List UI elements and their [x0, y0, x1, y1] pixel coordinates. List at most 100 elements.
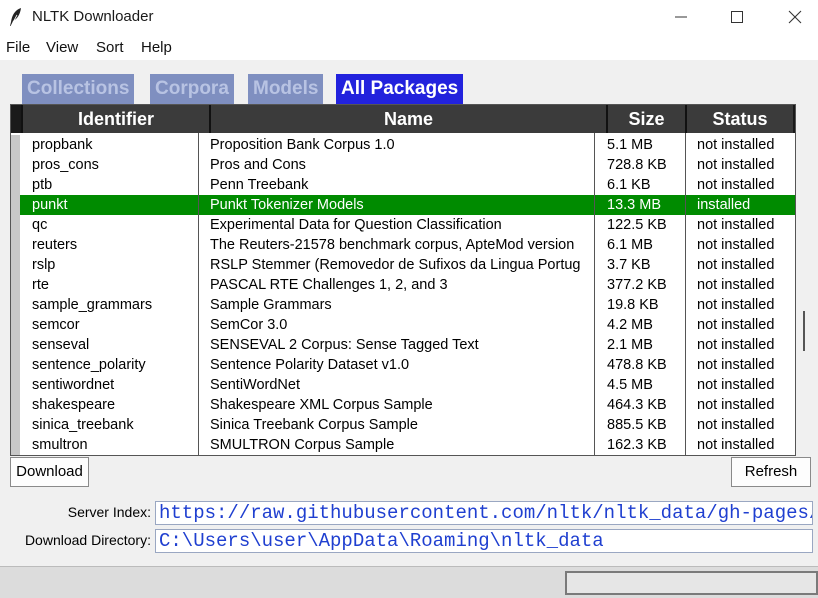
cell-status: not installed — [697, 257, 775, 273]
row-marker — [11, 415, 20, 435]
table-row[interactable]: sentence_polarity Sentence Polarity Datas… — [11, 355, 795, 375]
cell-id: ptb — [32, 177, 53, 193]
cell-id: punkt — [32, 197, 68, 213]
cell-status: not installed — [697, 157, 775, 173]
table-row[interactable]: senseval SENSEVAL 2 Corpus: Sense Tagged … — [11, 335, 795, 355]
feather-icon — [8, 7, 24, 27]
download-directory-label: Download Directory: — [24, 532, 151, 548]
menu-bar: File View Sort Help — [0, 34, 818, 60]
table-row[interactable]: shakespeare Shakespeare XML Corpus Sample… — [11, 395, 795, 415]
column-header-name[interactable]: Name — [209, 105, 606, 133]
row-marker — [11, 435, 20, 455]
table-row[interactable]: qc Experimental Data for Question Classif… — [11, 215, 795, 235]
cell-name: SENSEVAL 2 Corpus: Sense Tagged Text — [210, 337, 479, 353]
cell-size: 122.5 KB — [607, 217, 667, 233]
download-button[interactable]: Download — [10, 457, 89, 487]
package-table[interactable]: Identifier Name Size Status propbank Prop… — [10, 104, 796, 456]
cell-id: sentiwordnet — [32, 377, 115, 393]
cell-name: PASCAL RTE Challenges 1, 2, and 3 — [210, 277, 448, 293]
title-bar: NLTK Downloader — [0, 0, 818, 34]
window-title: NLTK Downloader — [32, 8, 154, 25]
row-marker — [11, 195, 20, 215]
row-marker — [11, 355, 20, 375]
cell-name: Pros and Cons — [210, 157, 306, 173]
tab-collections[interactable]: Collections — [22, 74, 135, 104]
cell-name: Proposition Bank Corpus 1.0 — [210, 137, 395, 153]
column-header-status[interactable]: Status — [685, 105, 793, 133]
cell-status: installed — [697, 197, 751, 213]
column-divider — [685, 133, 686, 455]
cell-size: 6.1 KB — [607, 177, 651, 193]
cell-id: sentence_polarity — [32, 357, 146, 373]
cell-size: 13.3 MB — [607, 197, 661, 213]
cell-status: not installed — [697, 277, 775, 293]
table-row[interactable]: ptb Penn Treebank 6.1 KB not installed — [11, 175, 795, 195]
row-marker — [11, 255, 20, 275]
column-header-identifier[interactable]: Identifier — [21, 105, 209, 133]
cell-status: not installed — [697, 417, 775, 433]
cell-status: not installed — [697, 297, 775, 313]
menu-view[interactable]: View — [46, 39, 78, 56]
row-marker — [11, 155, 20, 175]
column-header-size[interactable]: Size — [606, 105, 685, 133]
cell-name: Sentence Polarity Dataset v1.0 — [210, 357, 410, 373]
table-row[interactable]: rslp RSLP Stemmer (Removedor de Sufixos d… — [11, 255, 795, 275]
table-scrollbar[interactable] — [797, 104, 811, 456]
cell-name: SemCor 3.0 — [210, 317, 288, 333]
cell-size: 464.3 KB — [607, 397, 667, 413]
cell-name: The Reuters-21578 benchmark corpus, Apte… — [210, 237, 575, 253]
cell-name: RSLP Stemmer (Removedor de Sufixos da Li… — [210, 257, 581, 273]
cell-status: not installed — [697, 237, 775, 253]
server-index-field[interactable]: https://raw.githubusercontent.com/nltk/n… — [155, 501, 813, 525]
table-row[interactable]: pros_cons Pros and Cons 728.8 KB not instal… — [11, 155, 795, 175]
tab-models[interactable]: Models — [248, 74, 324, 104]
cell-size: 377.2 KB — [607, 277, 667, 293]
cell-size: 19.8 KB — [607, 297, 659, 313]
cell-name: Experimental Data for Question Classific… — [210, 217, 502, 233]
minimize-button[interactable] — [652, 0, 710, 34]
table-row[interactable]: reuters The Reuters-21578 benchmark corpu… — [11, 235, 795, 255]
minimize-icon — [675, 16, 687, 18]
scrollbar-thumb[interactable] — [803, 311, 805, 351]
cell-name: Sample Grammars — [210, 297, 332, 313]
cell-status: not installed — [697, 177, 775, 193]
table-row[interactable]: propbank Proposition Bank Corpus 1.0 5.1 M… — [11, 135, 795, 155]
cell-size: 5.1 MB — [607, 137, 653, 153]
cell-size: 6.1 MB — [607, 237, 653, 253]
tab-corpora[interactable]: Corpora — [150, 74, 234, 104]
table-row[interactable]: semcor SemCor 3.0 4.2 MB not installed — [11, 315, 795, 335]
table-row[interactable]: rte PASCAL RTE Challenges 1, 2, and 3 377.… — [11, 275, 795, 295]
cell-size: 2.1 MB — [607, 337, 653, 353]
cell-size: 728.8 KB — [607, 157, 667, 173]
download-directory-field[interactable]: C:\Users\user\AppData\Roaming\nltk_data — [155, 529, 813, 553]
cell-name: SMULTRON Corpus Sample — [210, 437, 395, 453]
cell-size: 3.7 KB — [607, 257, 651, 273]
menu-help[interactable]: Help — [141, 39, 172, 56]
table-row[interactable]: smultron SMULTRON Corpus Sample 162.3 KB no… — [11, 435, 795, 455]
table-row[interactable]: sample_grammars Sample Grammars 19.8 KB not… — [11, 295, 795, 315]
row-marker — [11, 295, 20, 315]
cell-id: shakespeare — [32, 397, 116, 413]
cell-id: reuters — [32, 237, 78, 253]
cell-size: 885.5 KB — [607, 417, 667, 433]
table-row[interactable]: punkt Punkt Tokenizer Models 13.3 MB instal… — [11, 195, 795, 215]
tab-all-packages[interactable]: All Packages — [336, 74, 464, 104]
menu-sort[interactable]: Sort — [96, 39, 124, 56]
close-button[interactable] — [766, 0, 818, 34]
cell-id: rte — [32, 277, 49, 293]
cell-id: rslp — [32, 257, 56, 273]
menu-file[interactable]: File — [6, 39, 30, 56]
cell-name: Shakespeare XML Corpus Sample — [210, 397, 433, 413]
table-row[interactable]: sentiwordnet SentiWordNet 4.5 MB not instal… — [11, 375, 795, 395]
refresh-button[interactable]: Refresh — [731, 457, 811, 487]
table-row[interactable]: sinica_treebank Sinica Treebank Corpus Sa… — [11, 415, 795, 435]
cell-size: 162.3 KB — [607, 437, 667, 453]
maximize-button[interactable] — [708, 0, 766, 34]
cell-status: not installed — [697, 217, 775, 233]
row-marker — [11, 235, 20, 255]
column-divider — [594, 133, 595, 455]
cell-name: Sinica Treebank Corpus Sample — [210, 417, 418, 433]
server-index-label: Server Index: — [67, 504, 151, 520]
cell-id: sinica_treebank — [32, 417, 134, 433]
cell-id: qc — [32, 217, 48, 233]
